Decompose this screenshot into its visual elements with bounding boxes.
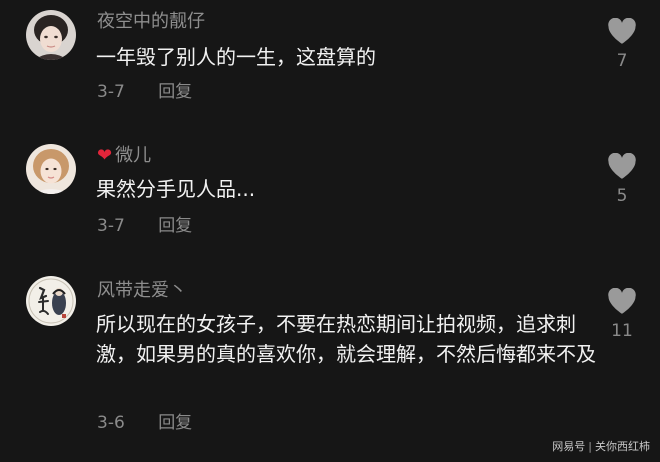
watermark-separator: | [588, 440, 592, 453]
like-count: 11 [611, 321, 633, 341]
username[interactable]: 风带走爱丶 [97, 280, 187, 302]
reply-button[interactable]: 回复 [158, 413, 192, 433]
watermark: 网易号 | 关你西红柿 [552, 438, 650, 454]
heart-icon [608, 288, 636, 314]
watermark-author: 关你西红柿 [595, 440, 650, 453]
like-button[interactable]: 11 [604, 288, 640, 348]
watermark-source: 网易号 [552, 440, 586, 453]
avatar[interactable] [26, 276, 76, 326]
calligraphy-avatar-icon [26, 276, 76, 326]
comment-text: 所以现在的女孩子，不要在热恋期间让拍视频，追求刺激，如果男的真的喜欢你，就会理解… [96, 312, 596, 366]
comment-date: 3-6 [97, 413, 125, 433]
comment-meta: 3-6 回复 [97, 412, 192, 434]
comment-item: 风带走爱丶 所以现在的女孩子，不要在热恋期间让拍视频，追求刺激，如果男的真的喜欢… [0, 0, 660, 462]
